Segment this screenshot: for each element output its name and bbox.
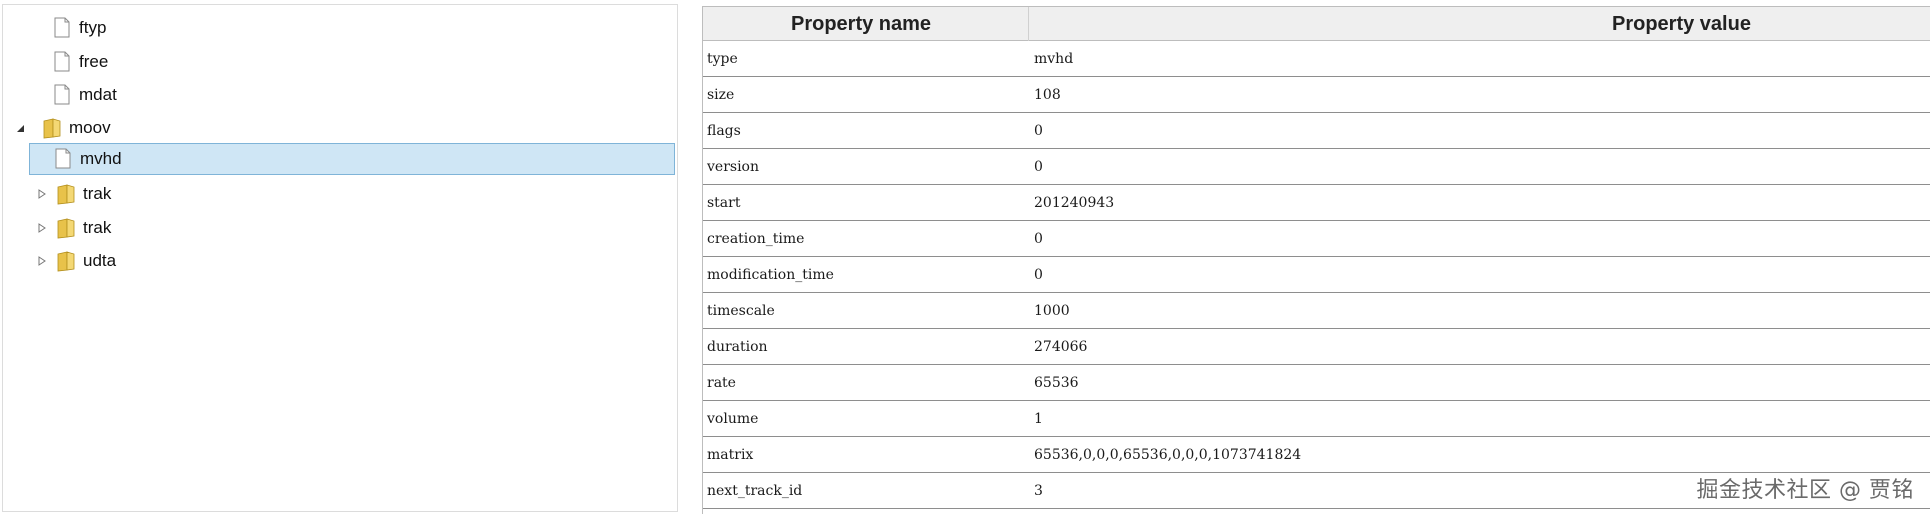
grid-rows: type mvhd size 108 flags 0 version 0 start 20… [703, 41, 1930, 509]
file-icon [51, 16, 73, 40]
folder-icon [41, 116, 63, 140]
property-value-cell: 0 [1034, 231, 1043, 247]
expander-placeholder [33, 23, 43, 33]
property-value-cell: 274066 [1034, 339, 1088, 355]
property-value-cell: mvhd [1034, 51, 1074, 67]
property-value-cell: 3 [1034, 483, 1043, 499]
table-row[interactable]: duration 274066 [703, 329, 1930, 365]
table-row[interactable]: modification_time 0 [703, 257, 1930, 293]
table-row[interactable]: matrix 65536,0,0,0,65536,0,0,0,1073741824 [703, 437, 1930, 473]
tree-item-moov[interactable]: moov [15, 113, 111, 143]
property-value-cell: 0 [1034, 159, 1043, 175]
collapsed-triangle-icon[interactable] [37, 189, 47, 199]
property-value-cell: 1000 [1034, 303, 1070, 319]
folder-icon [55, 182, 77, 206]
property-name-cell: version [707, 159, 759, 175]
expander-placeholder [33, 90, 43, 100]
tree-item-label: trak [83, 218, 112, 237]
tree-item-label: ftyp [79, 18, 107, 37]
column-header-property-name[interactable]: Property name [791, 7, 931, 41]
property-value-cell: 1 [1034, 411, 1043, 427]
table-row[interactable]: start 201240943 [703, 185, 1930, 221]
property-value-cell: 108 [1034, 87, 1061, 103]
table-row[interactable]: flags 0 [703, 113, 1930, 149]
tree-item-trak[interactable]: trak [37, 213, 111, 243]
expanded-triangle-icon[interactable] [15, 123, 25, 133]
tree-item-label: trak [83, 184, 112, 203]
property-value-cell: 201240943 [1034, 195, 1115, 211]
tree-view[interactable]: ftyp free mdat moov mvhd trak trak udta [2, 4, 678, 512]
property-name-cell: modification_time [707, 267, 834, 283]
tree-item-trak[interactable]: trak [37, 179, 111, 209]
collapsed-triangle-icon[interactable] [37, 256, 47, 266]
property-name-cell: start [707, 195, 741, 211]
table-row[interactable]: creation_time 0 [703, 221, 1930, 257]
table-row[interactable]: timescale 1000 [703, 293, 1930, 329]
property-name-cell: creation_time [707, 231, 805, 247]
column-divider [1028, 7, 1029, 41]
property-name-cell: next_track_id [707, 483, 803, 499]
table-row[interactable]: type mvhd [703, 41, 1930, 77]
watermark-text: 掘金技术社区 @ 贾铭 [1696, 478, 1914, 503]
file-icon [51, 50, 73, 74]
tree-item-free[interactable]: free [33, 47, 108, 77]
file-icon [52, 147, 74, 171]
property-value-cell: 65536 [1034, 375, 1079, 391]
tree-item-label: moov [69, 118, 111, 137]
table-row[interactable]: rate 65536 [703, 365, 1930, 401]
table-row[interactable]: volume 1 [703, 401, 1930, 437]
tree-item-label: udta [83, 251, 117, 270]
table-row[interactable]: size 108 [703, 77, 1930, 113]
property-name-cell: rate [707, 375, 736, 391]
property-value-cell: 65536,0,0,0,65536,0,0,0,1073741824 [1034, 447, 1302, 463]
tree-item-mdat[interactable]: mdat [33, 80, 117, 110]
file-icon [51, 83, 73, 107]
grid-header: Property name Property value [703, 7, 1930, 41]
folder-icon [55, 216, 77, 240]
property-name-cell: duration [707, 339, 768, 355]
property-name-cell: volume [707, 411, 759, 427]
tree-item-label: mvhd [80, 149, 122, 168]
column-header-property-value[interactable]: Property value [1612, 7, 1751, 41]
tree-item-label: mdat [79, 85, 117, 104]
table-row[interactable]: version 0 [703, 149, 1930, 185]
folder-icon [55, 249, 77, 273]
tree-item-label: free [79, 52, 109, 71]
tree-item-udta[interactable]: udta [37, 246, 116, 276]
tree-item-mvhd[interactable]: mvhd [29, 143, 675, 175]
collapsed-triangle-icon[interactable] [37, 223, 47, 233]
property-value-cell: 0 [1034, 267, 1043, 283]
expander-placeholder [33, 57, 43, 67]
property-value-cell: 0 [1034, 123, 1043, 139]
property-name-cell: matrix [707, 447, 754, 463]
property-name-cell: size [707, 87, 735, 103]
property-name-cell: type [707, 51, 738, 67]
property-name-cell: timescale [707, 303, 775, 319]
tree-item-ftyp[interactable]: ftyp [33, 13, 106, 43]
property-name-cell: flags [707, 123, 741, 139]
property-grid[interactable]: Property name Property value type mvhd si… [702, 6, 1930, 514]
